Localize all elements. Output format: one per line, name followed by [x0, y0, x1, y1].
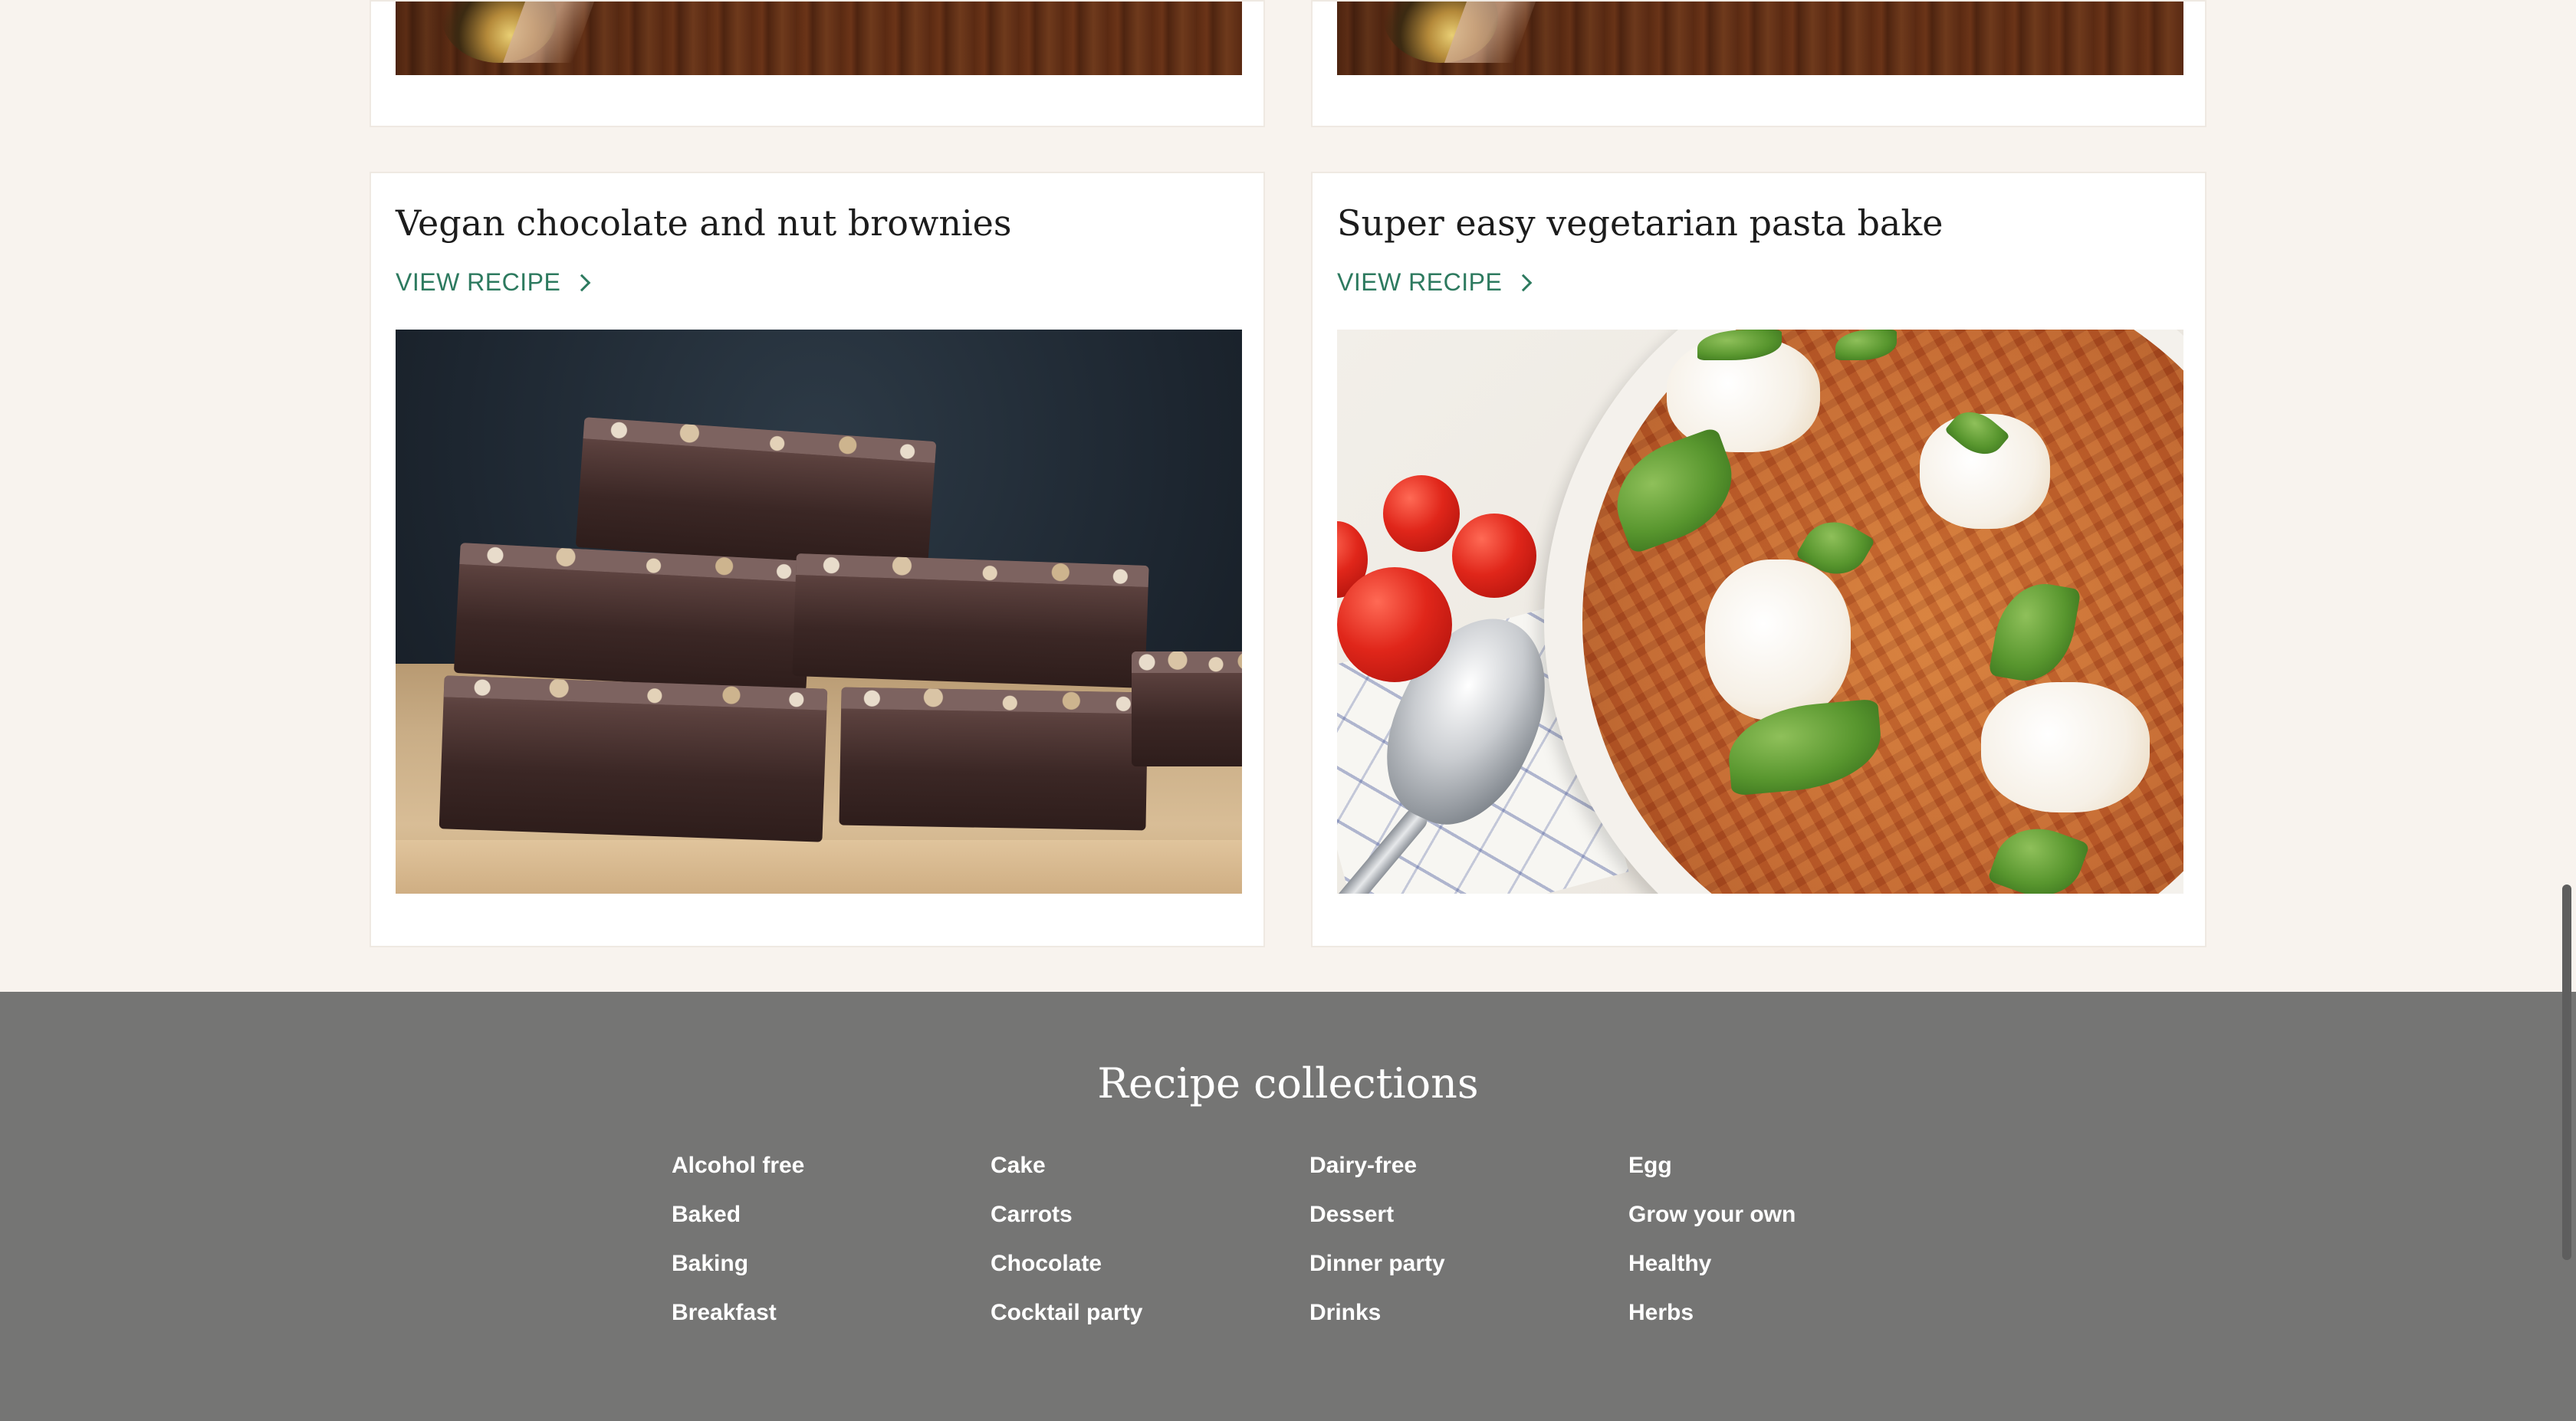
collection-link-herbs[interactable]: Herbs: [1628, 1300, 1947, 1349]
recipe-title[interactable]: Vegan chocolate and nut brownies: [396, 202, 1012, 244]
collection-link-cocktail-party[interactable]: Cocktail party: [991, 1300, 1309, 1349]
collection-link-dessert[interactable]: Dessert: [1309, 1202, 1628, 1251]
scrollbar[interactable]: [2558, 0, 2576, 1421]
collection-link-carrots[interactable]: Carrots: [991, 1202, 1309, 1251]
brownie-shape: [575, 417, 937, 572]
view-recipe-link[interactable]: VIEW RECIPE: [1337, 268, 1533, 297]
chevron-right-icon: [1514, 274, 1533, 291]
brownie-shape: [839, 687, 1148, 831]
collection-link-egg[interactable]: Egg: [1628, 1153, 1947, 1202]
collection-link-baking[interactable]: Baking: [672, 1251, 991, 1300]
tomato-shape: [1383, 475, 1460, 552]
recipe-image-pasta[interactable]: [1337, 330, 2183, 894]
collection-link-grow-your-own[interactable]: Grow your own: [1628, 1202, 1947, 1251]
view-recipe-label: VIEW RECIPE: [396, 268, 561, 296]
recipe-title[interactable]: Super easy vegetarian pasta bake: [1337, 202, 1943, 244]
recipe-card-pasta: Super easy vegetarian pasta bake VIEW RE…: [1311, 172, 2206, 947]
chevron-right-icon: [573, 274, 591, 291]
collection-link-drinks[interactable]: Drinks: [1309, 1300, 1628, 1349]
footer-title: Recipe collections: [1097, 1059, 1479, 1108]
page: Vegan chocolate and nut brownies VIEW RE…: [0, 0, 2576, 1421]
view-recipe-link[interactable]: VIEW RECIPE: [396, 268, 591, 297]
cheese-shape: [1705, 560, 1851, 720]
recipe-card-partial-left: [370, 0, 1265, 127]
scrollbar-thumb[interactable]: [2562, 884, 2571, 1260]
collection-link-dinner-party[interactable]: Dinner party: [1309, 1251, 1628, 1300]
collection-link-alcohol-free[interactable]: Alcohol free: [672, 1153, 991, 1202]
brownie-shape: [792, 553, 1149, 688]
recipe-image[interactable]: [396, 2, 1242, 75]
collection-link-baked[interactable]: Baked: [672, 1202, 991, 1251]
view-recipe-label: VIEW RECIPE: [1337, 268, 1503, 296]
brownie-shape: [1132, 651, 1242, 766]
brownie-shape: [453, 543, 813, 691]
recipe-card-brownies: Vegan chocolate and nut brownies VIEW RE…: [370, 172, 1265, 947]
tomato-shape: [1337, 567, 1452, 682]
collection-link-breakfast[interactable]: Breakfast: [672, 1300, 991, 1349]
board-edge-shape: [396, 840, 1242, 894]
collections-list: Alcohol free Baked Baking Breakfast Cake…: [672, 1153, 1947, 1349]
cheese-shape: [1981, 682, 2150, 812]
collection-link-cake[interactable]: Cake: [991, 1153, 1309, 1202]
collection-link-chocolate[interactable]: Chocolate: [991, 1251, 1309, 1300]
recipe-collections-footer: Recipe collections Alcohol free Baked Ba…: [0, 992, 2576, 1421]
collection-link-healthy[interactable]: Healthy: [1628, 1251, 1947, 1300]
recipe-image[interactable]: [1337, 2, 2183, 75]
brownie-shape: [439, 675, 828, 842]
tomato-shape: [1452, 514, 1536, 598]
recipe-image-brownies[interactable]: [396, 330, 1242, 894]
collection-link-dairy-free[interactable]: Dairy-free: [1309, 1153, 1628, 1202]
recipe-card-partial-right: [1311, 0, 2206, 127]
